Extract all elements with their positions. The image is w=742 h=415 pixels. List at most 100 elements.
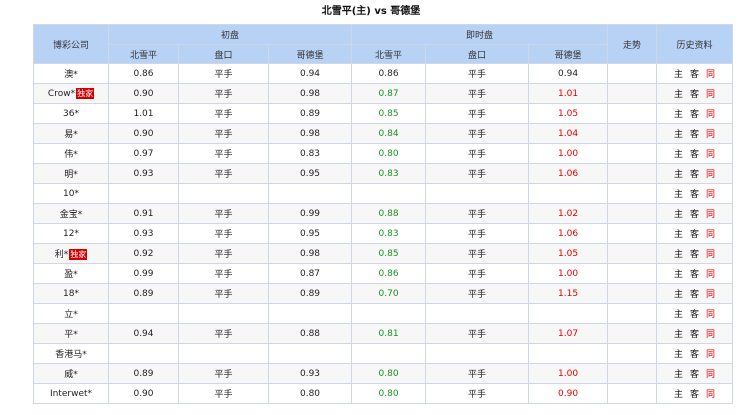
company-name[interactable]: 澳* [64, 70, 78, 80]
company-name[interactable]: Interwet* [50, 389, 92, 399]
initial-away-odds: 0.99 [267, 203, 353, 224]
company-name[interactable]: 立* [64, 310, 78, 320]
history-away-link[interactable]: 客 [687, 327, 703, 340]
company-name[interactable]: 12* [63, 229, 79, 239]
history-links: 主客同 [656, 103, 734, 124]
history-same-link[interactable]: 同 [703, 247, 719, 260]
history-home-link[interactable]: 主 [671, 327, 687, 340]
history-home-link[interactable]: 主 [671, 367, 687, 380]
history-away-link[interactable]: 客 [687, 227, 703, 240]
history-links: 主客同 [656, 263, 734, 284]
company-name[interactable]: 10* [63, 189, 79, 199]
live-home-odds: 0.83 [351, 223, 427, 244]
history-same-link[interactable]: 同 [703, 227, 719, 240]
history-home-link[interactable]: 主 [671, 387, 687, 400]
history-home-link[interactable]: 主 [671, 87, 687, 100]
initial-home-odds: 1.01 [108, 103, 179, 124]
history-away-link[interactable]: 客 [687, 247, 703, 260]
history-away-link[interactable]: 客 [687, 167, 703, 180]
history-same-link[interactable]: 同 [703, 167, 719, 180]
history-home-link[interactable]: 主 [671, 127, 687, 140]
history-home-link[interactable]: 主 [671, 347, 687, 360]
initial-handicap: 平手 [178, 383, 269, 404]
company-name[interactable]: 18* [63, 289, 79, 299]
initial-handicap: 平手 [178, 163, 269, 184]
history-links: 主客同 [656, 83, 734, 104]
live-away-odds: 1.05 [528, 243, 609, 264]
trend-cell [607, 283, 658, 304]
history-home-link[interactable]: 主 [671, 147, 687, 160]
live-away-odds: 1.01 [528, 83, 609, 104]
company-name[interactable]: 盈* [64, 270, 78, 280]
live-handicap: 平手 [425, 103, 530, 124]
history-links: 主客同 [656, 143, 734, 164]
history-away-link[interactable]: 客 [687, 147, 703, 160]
history-same-link[interactable]: 同 [703, 307, 719, 320]
history-away-link[interactable]: 客 [687, 267, 703, 280]
company-name[interactable]: 香港马* [55, 350, 87, 360]
history-home-link[interactable]: 主 [671, 287, 687, 300]
history-same-link[interactable]: 同 [703, 87, 719, 100]
exclusive-badge: 独家 [69, 249, 88, 260]
company-cell: 威* [33, 363, 109, 384]
initial-away-odds: 0.94 [267, 63, 353, 84]
history-same-link[interactable]: 同 [703, 347, 719, 360]
history-home-link[interactable]: 主 [671, 207, 687, 220]
initial-handicap: 平手 [178, 103, 269, 124]
history-same-link[interactable]: 同 [703, 187, 719, 200]
history-links: 主客同 [656, 283, 734, 304]
live-home-odds: 0.70 [351, 283, 427, 304]
history-home-link[interactable]: 主 [671, 167, 687, 180]
history-home-link[interactable]: 主 [671, 107, 687, 120]
history-away-link[interactable]: 客 [687, 307, 703, 320]
history-away-link[interactable]: 客 [687, 287, 703, 300]
initial-away-odds: 0.83 [267, 143, 353, 164]
history-links: 主客同 [656, 323, 734, 344]
history-same-link[interactable]: 同 [703, 327, 719, 340]
trend-cell [607, 303, 658, 324]
history-home-link[interactable]: 主 [671, 187, 687, 200]
history-same-link[interactable]: 同 [703, 267, 719, 280]
history-home-link[interactable]: 主 [671, 67, 687, 80]
history-same-link[interactable]: 同 [703, 147, 719, 160]
table-row: 10* 主客同 [33, 183, 734, 204]
history-home-link[interactable]: 主 [671, 247, 687, 260]
history-same-link[interactable]: 同 [703, 207, 719, 220]
history-away-link[interactable]: 客 [687, 67, 703, 80]
history-away-link[interactable]: 客 [687, 87, 703, 100]
history-same-link[interactable]: 同 [703, 107, 719, 120]
company-name[interactable]: 威* [64, 370, 78, 380]
company-name[interactable]: Crow* [48, 89, 75, 99]
trend-cell [607, 103, 658, 124]
company-name[interactable]: 明* [64, 170, 78, 180]
company-name[interactable]: 伟* [64, 150, 78, 160]
history-away-link[interactable]: 客 [687, 107, 703, 120]
live-home-odds: 0.88 [351, 203, 427, 224]
history-away-link[interactable]: 客 [687, 367, 703, 380]
history-same-link[interactable]: 同 [703, 287, 719, 300]
history-home-link[interactable]: 主 [671, 227, 687, 240]
company-name[interactable]: 36* [63, 109, 79, 119]
history-away-link[interactable]: 客 [687, 127, 703, 140]
history-same-link[interactable]: 同 [703, 367, 719, 380]
history-away-link[interactable]: 客 [687, 387, 703, 400]
initial-handicap [178, 343, 269, 364]
initial-home-odds [108, 303, 179, 324]
company-name[interactable]: 易* [64, 130, 78, 140]
company-name[interactable]: 金宝* [60, 210, 83, 220]
history-away-link[interactable]: 客 [687, 347, 703, 360]
company-name[interactable]: 利* [55, 250, 69, 260]
company-cell: 利* 独家 [33, 243, 109, 264]
live-home-odds: 0.84 [351, 123, 427, 144]
history-away-link[interactable]: 客 [687, 187, 703, 200]
company-name[interactable]: 平* [64, 330, 78, 340]
history-home-link[interactable]: 主 [671, 307, 687, 320]
history-same-link[interactable]: 同 [703, 127, 719, 140]
live-away-odds: 1.00 [528, 363, 609, 384]
history-same-link[interactable]: 同 [703, 67, 719, 80]
history-same-link[interactable]: 同 [703, 387, 719, 400]
page-title: 北雪平(主) vs 哥德堡 [321, 6, 421, 17]
initial-home-odds: 0.89 [108, 363, 179, 384]
history-away-link[interactable]: 客 [687, 207, 703, 220]
history-home-link[interactable]: 主 [671, 267, 687, 280]
